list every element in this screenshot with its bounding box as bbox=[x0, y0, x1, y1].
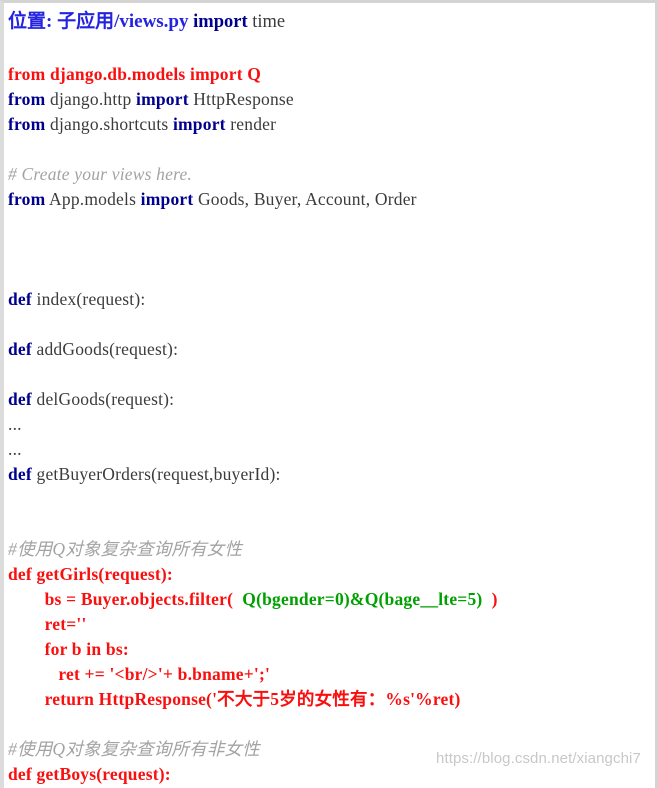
code-token: ... bbox=[8, 414, 22, 434]
code-token: for b in bs: bbox=[8, 639, 129, 659]
code-token: ... bbox=[8, 439, 22, 459]
code-token: addGoods(request): bbox=[31, 339, 179, 359]
code-token-keyword: def bbox=[8, 289, 32, 309]
code-token: index(request): bbox=[31, 289, 146, 309]
code-token-comment: #使用Q对象复杂查询所有女性 bbox=[8, 539, 243, 559]
code-token: return HttpResponse('不大于5岁的女性有：%s'%ret) bbox=[8, 689, 461, 709]
code-token: App.models bbox=[45, 189, 141, 209]
code-token: Goods, Buyer, Account, Order bbox=[193, 189, 417, 209]
code-line-girls-return: return HttpResponse('不大于5岁的女性有：%s'%ret) bbox=[8, 687, 655, 712]
code-line-ellipsis: ... bbox=[8, 437, 655, 462]
code-screenshot-page: 位置: 子应用/views.py import time from django… bbox=[0, 0, 658, 788]
page-title: 位置: 子应用/views.py bbox=[8, 11, 189, 32]
code-line-girls-filter: bs = Buyer.objects.filter( Q(bgender=0)&… bbox=[8, 587, 655, 612]
code-token-keyword: from bbox=[8, 114, 46, 134]
code-line-comment-boys: #使用Q对象复杂查询所有非女性 bbox=[8, 737, 655, 762]
code-token: def getBoys(request): bbox=[8, 764, 171, 784]
code-token: django.shortcuts bbox=[45, 114, 173, 134]
code-line-def-delgoods: def delGoods(request): bbox=[8, 387, 655, 412]
code-token-comment: #使用Q对象复杂查询所有非女性 bbox=[8, 739, 260, 759]
code-token: bs = Buyer.objects.filter( bbox=[8, 589, 243, 609]
code-token: ) bbox=[482, 589, 498, 609]
code-line-ellipsis: ... bbox=[8, 412, 655, 437]
code-line-girls-for: for b in bs: bbox=[8, 637, 655, 662]
code-token: from django.db.models import Q bbox=[8, 64, 262, 84]
code-token: django.http bbox=[45, 89, 137, 109]
code-line-def-addgoods: def addGoods(request): bbox=[8, 337, 655, 362]
code-token-keyword: from bbox=[8, 189, 46, 209]
code-token: def getGirls(request): bbox=[8, 564, 173, 584]
code-token-keyword: import bbox=[172, 114, 226, 134]
code-line-def-getgirls: def getGirls(request): bbox=[8, 562, 655, 587]
code-line-def-getboys: def getBoys(request): bbox=[8, 762, 655, 787]
code-token-comment: # Create your views here. bbox=[8, 164, 193, 184]
code-line-girls-ret-init: ret='' bbox=[8, 612, 655, 637]
code-line-comment-create-views: # Create your views here. bbox=[8, 162, 655, 187]
code-token-q-expression: Q(bgender=0)&Q(bage__lte=5) bbox=[242, 589, 483, 609]
code-token-keyword: def bbox=[8, 464, 32, 484]
code-line-def-getbuyerorders: def getBuyerOrders(request,buyerId): bbox=[8, 462, 655, 487]
code-token-keyword: import bbox=[136, 89, 189, 109]
code-token-keyword: from bbox=[8, 89, 46, 109]
code-line-import-render: from django.shortcuts import render bbox=[8, 112, 655, 137]
code-token: delGoods(request): bbox=[31, 389, 175, 409]
code-token-keyword: def bbox=[8, 389, 32, 409]
code-line-girls-ret-append: ret += '<br/>'+ b.bname+';' bbox=[8, 662, 655, 687]
header-module-name: time bbox=[252, 12, 286, 32]
code-token: HttpResponse bbox=[188, 89, 294, 109]
code-line-import-models: from App.models import Goods, Buyer, Acc… bbox=[8, 187, 655, 212]
code-surface: 位置: 子应用/views.py import time from django… bbox=[4, 3, 655, 788]
code-token: ret += '<br/>'+ b.bname+';' bbox=[8, 664, 271, 684]
code-token: render bbox=[225, 114, 277, 134]
code-token-keyword: def bbox=[8, 339, 32, 359]
code-line-comment-girls: #使用Q对象复杂查询所有女性 bbox=[8, 537, 655, 562]
code-line-def-index: def index(request): bbox=[8, 287, 655, 312]
code-token: ret='' bbox=[8, 614, 87, 634]
header-location-line: 位置: 子应用/views.py import time bbox=[8, 7, 655, 37]
header-import-keyword: import bbox=[193, 12, 248, 32]
code-line-import-q: from django.db.models import Q bbox=[8, 62, 655, 87]
code-token-keyword: import bbox=[140, 189, 194, 209]
code-token: getBuyerOrders(request,buyerId): bbox=[31, 464, 281, 484]
code-line-import-httpresponse: from django.http import HttpResponse bbox=[8, 87, 655, 112]
